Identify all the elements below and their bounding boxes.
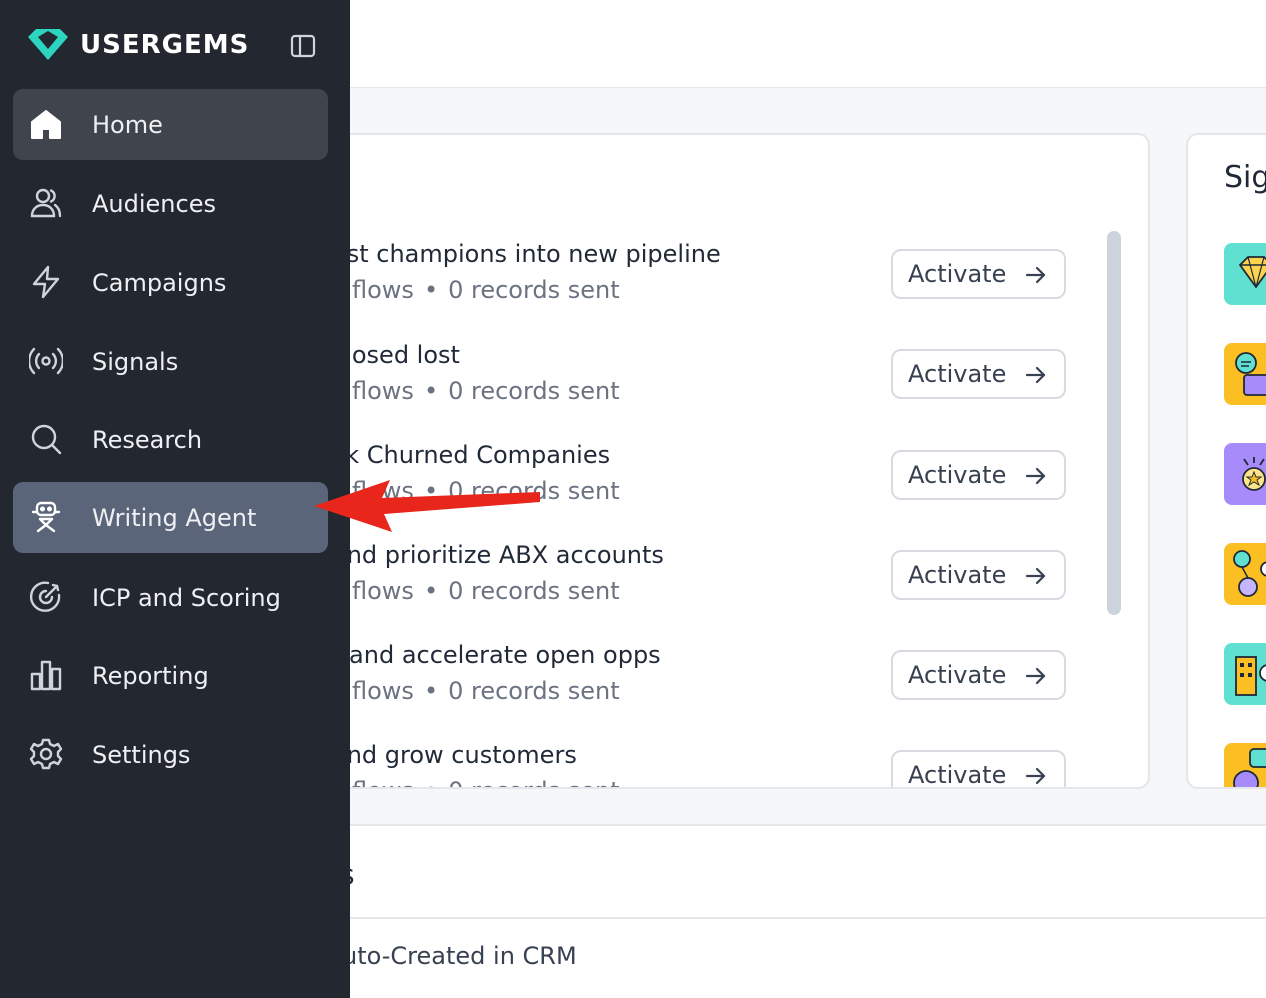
building-thumb[interactable] xyxy=(1224,643,1266,705)
sidebar-item-research[interactable]: Research xyxy=(13,404,328,475)
separator: • xyxy=(423,677,439,705)
arrow-right-icon xyxy=(1025,366,1046,384)
activate-label: Activate xyxy=(908,561,1007,589)
sidebar-item-icp-and-scoring[interactable]: ICP and Scoring xyxy=(13,562,328,633)
sidebar-item-signals[interactable]: Signals xyxy=(13,326,328,397)
arrow-right-icon xyxy=(1025,567,1046,585)
gear-icon xyxy=(28,736,64,772)
play-stats: flows • 0 records sent xyxy=(352,677,620,705)
sidebar-item-label: Reporting xyxy=(92,662,209,690)
flows-count: flows xyxy=(352,276,414,304)
bottom-panel: s uto-Created in CRM xyxy=(350,828,1266,998)
activate-label: Activate xyxy=(908,360,1007,388)
sidebar-item-writing-agent[interactable]: Writing Agent xyxy=(13,482,328,553)
target-icon xyxy=(28,579,64,615)
brand-logo[interactable]: USERGEMS xyxy=(24,27,249,63)
play-title: ast champions into new pipeline xyxy=(350,240,721,268)
play-title: and prioritize ABX accounts xyxy=(350,541,664,569)
brand-name: USERGEMS xyxy=(80,30,250,60)
robot-icon xyxy=(28,499,64,535)
sidebar-item-label: Campaigns xyxy=(92,269,227,297)
play-stats: flows • 0 records sent xyxy=(352,377,620,405)
play-stats: flows • 0 records sent xyxy=(352,477,620,505)
play-title: t and accelerate open opps xyxy=(350,641,661,669)
sidebar-item-label: Audiences xyxy=(92,190,216,218)
arrow-right-icon xyxy=(1025,467,1046,485)
play-title: closed lost xyxy=(350,341,460,369)
activate-button[interactable]: Activate xyxy=(891,249,1066,299)
divider xyxy=(350,917,1266,919)
sidebar-toggle-icon[interactable] xyxy=(289,32,317,60)
separator: • xyxy=(424,777,438,787)
top-bar xyxy=(350,0,1266,88)
sidebar-item-label: Writing Agent xyxy=(92,504,257,532)
diamond-thumb[interactable] xyxy=(1224,243,1266,305)
flows-count: flows xyxy=(352,777,414,787)
records-count: 0 records sent xyxy=(448,777,620,787)
sidebar-item-label: Research xyxy=(92,426,203,454)
arrow-right-icon xyxy=(1025,266,1046,284)
plays-card: ast champions into new pipeline flows • 0 … xyxy=(350,133,1150,789)
activate-label: Activate xyxy=(908,761,1007,789)
sidebar-item-label: Settings xyxy=(92,741,191,769)
arrow-right-icon xyxy=(1025,767,1046,785)
sidebar-item-label: Home xyxy=(92,111,163,139)
activate-button[interactable]: Activate xyxy=(891,550,1066,600)
sidebar-item-campaigns[interactable]: Campaigns xyxy=(13,247,328,318)
people-thumb[interactable] xyxy=(1224,543,1266,605)
sidebar-item-settings[interactable]: Settings xyxy=(13,719,328,790)
separator: • xyxy=(423,577,439,605)
activate-button[interactable]: Activate xyxy=(891,650,1066,700)
flows-count: flows xyxy=(352,677,414,705)
separator: • xyxy=(423,377,439,405)
records-count: 0 records sent xyxy=(448,677,620,705)
play-stats: flows • 0 records sent xyxy=(352,276,620,304)
broadcast-icon xyxy=(28,343,64,379)
gem-logo-icon xyxy=(28,29,68,60)
sidebar-item-label: Signals xyxy=(92,348,179,376)
activate-button[interactable]: Activate xyxy=(891,750,1066,789)
scrollbar-thumb[interactable] xyxy=(1107,231,1121,615)
separator: • xyxy=(423,477,439,505)
flows-count: flows xyxy=(352,377,414,405)
activate-button[interactable]: Activate xyxy=(891,349,1066,399)
records-count: 0 records sent xyxy=(448,477,620,505)
sidebar-item-label: ICP and Scoring xyxy=(92,584,281,612)
signals-card: Sig xyxy=(1186,133,1266,789)
main-content: ast champions into new pipeline flows • 0 … xyxy=(350,0,1266,998)
play-stats: flows • 0 records sent xyxy=(352,777,620,787)
separator: • xyxy=(423,276,439,304)
records-count: 0 records sent xyxy=(448,276,620,304)
sidebar-item-audiences[interactable]: Audiences xyxy=(13,168,328,239)
flows-count: flows xyxy=(352,477,414,505)
sidebar-item-reporting[interactable]: Reporting xyxy=(13,640,328,711)
chat-thumb[interactable] xyxy=(1224,343,1266,405)
activate-label: Activate xyxy=(908,461,1007,489)
play-stats: flows • 0 records sent xyxy=(352,577,620,605)
section-heading: s xyxy=(350,858,355,891)
arrow-right-icon xyxy=(1025,667,1046,685)
activate-button[interactable]: Activate xyxy=(891,450,1066,500)
records-count: 0 records sent xyxy=(448,577,620,605)
activate-label: Activate xyxy=(908,260,1007,288)
search-icon xyxy=(28,421,64,457)
lightning-icon xyxy=(28,264,64,300)
flows-count: flows xyxy=(352,577,414,605)
sidebar-item-home[interactable]: Home xyxy=(13,89,328,160)
home-icon xyxy=(28,106,64,142)
sidebar: USERGEMS Home Audiences Campaigns Signal… xyxy=(0,0,350,998)
activate-label: Activate xyxy=(908,661,1007,689)
records-count: 0 records sent xyxy=(448,377,620,405)
message-thumb[interactable] xyxy=(1224,743,1266,787)
list-item[interactable]: uto-Created in CRM xyxy=(350,942,577,970)
bar-chart-icon xyxy=(28,657,64,693)
signals-card-title: Sig xyxy=(1224,160,1266,195)
users-icon xyxy=(28,185,64,221)
play-title: ck Churned Companies xyxy=(350,441,611,469)
badge-thumb[interactable] xyxy=(1224,443,1266,505)
play-title: and grow customers xyxy=(350,741,577,769)
